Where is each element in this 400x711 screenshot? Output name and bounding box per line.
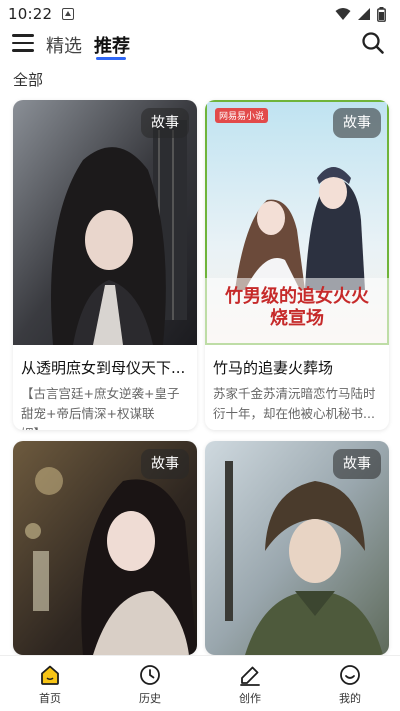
card-title: 从透明庶女到母仪天下...	[21, 359, 186, 377]
nav-label: 创作	[239, 692, 261, 705]
status-icons	[335, 6, 386, 22]
search-icon[interactable]	[360, 30, 386, 56]
tab-featured[interactable]: 精选	[46, 32, 82, 58]
home-icon	[41, 665, 59, 685]
nav-label: 我的	[339, 692, 361, 705]
nav-profile[interactable]: 我的	[300, 656, 400, 711]
status-time: 10:22	[8, 5, 53, 23]
story-card[interactable]: 故事 从透明庶女到母仪天下... 【古言宫廷+庶女逆袭+皇子甜宠+帝后情深+权谋…	[13, 100, 197, 430]
story-badge: 故事	[141, 108, 189, 138]
clock-icon	[140, 665, 160, 685]
nav-label: 首页	[39, 692, 61, 705]
smiley-icon	[340, 665, 360, 685]
story-card[interactable]: 网易易小说 竹男级的追女火火烧宣场 故事 竹马的追妻火葬场 苏家千金苏清沅暗恋竹…	[205, 100, 389, 430]
top-header: 精选 推荐	[0, 28, 400, 62]
story-card[interactable]: 故事	[13, 441, 197, 655]
wifi-icon	[335, 8, 351, 20]
cover-title-text: 竹男级的追女火火烧宣场	[225, 286, 369, 329]
menu-icon[interactable]	[12, 34, 34, 54]
cover-image: 网易易小说 竹男级的追女火火烧宣场 故事	[205, 100, 389, 345]
pen-icon	[240, 666, 260, 686]
story-badge: 故事	[333, 108, 381, 138]
cover-image: 故事	[205, 441, 389, 655]
story-card[interactable]: 故事	[205, 441, 389, 655]
story-badge: 故事	[141, 449, 189, 479]
nav-label: 历史	[139, 692, 161, 705]
bottom-navigation: 首页 历史 创作 我的	[0, 655, 400, 711]
nav-home[interactable]: 首页	[0, 656, 100, 711]
card-description: 【古言宫廷+庶女逆袭+皇子甜宠+帝后情深+权谋联姻】...	[21, 386, 180, 430]
section-title: 全部	[13, 71, 44, 89]
cover-publisher-label: 网易易小说	[215, 108, 269, 123]
story-badge: 故事	[333, 449, 381, 479]
tab-recommended[interactable]: 推荐	[94, 32, 130, 58]
cover-image: 故事	[13, 100, 197, 345]
cover-image: 故事	[13, 441, 197, 655]
card-title: 竹马的追妻火葬场	[213, 359, 334, 377]
notification-icon	[62, 8, 75, 20]
card-description: 苏家千金苏清沅暗恋竹马陆时衍十年，却在他被心机秘书...	[213, 386, 376, 421]
signal-icon	[358, 8, 370, 20]
battery-icon	[377, 6, 386, 22]
nav-create[interactable]: 创作	[200, 656, 300, 711]
active-tab-indicator	[96, 57, 126, 60]
nav-history[interactable]: 历史	[100, 656, 200, 711]
status-bar: 10:22	[0, 0, 400, 28]
